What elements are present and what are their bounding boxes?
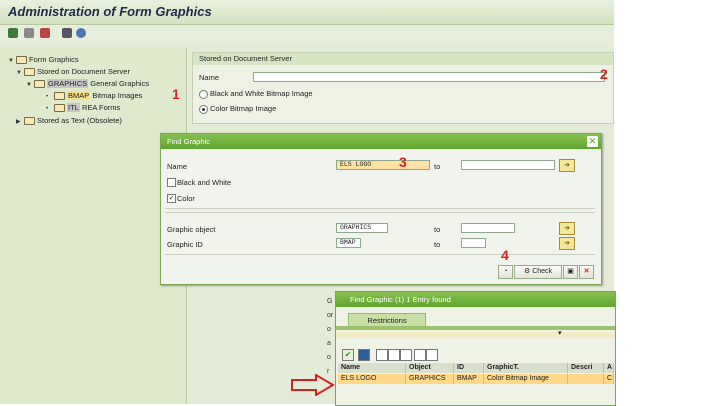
table-cell[interactable]: C <box>604 374 614 384</box>
color-checkbox-label: Color <box>177 194 195 203</box>
checkmark-icon[interactable]: ✔ <box>342 349 354 361</box>
folder-icon <box>24 68 35 77</box>
graphic-object-label: Graphic object <box>167 225 216 234</box>
info-icon[interactable] <box>358 349 370 361</box>
expand-icon[interactable]: ▼ <box>26 80 34 91</box>
graphic-id-to-input[interactable] <box>461 238 486 248</box>
dialog-separator <box>165 254 595 255</box>
tree-node-stored-as-text[interactable]: ▶ Stored as Text (Obsolete) <box>16 115 122 126</box>
tab-restrictions[interactable]: Restrictions <box>348 313 426 327</box>
tab-bar <box>336 326 615 330</box>
window-title: Administration of Form Graphics <box>8 4 212 19</box>
dialog-title-bar: Find Graphic <box>161 134 601 149</box>
find-name-label: Name <box>167 162 188 171</box>
slider-handle-icon[interactable]: ▾ <box>558 329 562 337</box>
graphic-object-input[interactable]: GRAPHICS <box>336 223 388 233</box>
col-header-graphic-type[interactable]: GraphicT. <box>484 363 568 373</box>
table-cell[interactable]: BMAP <box>454 374 484 384</box>
check-icon: ⚙ <box>523 268 531 275</box>
to-label: to <box>434 162 441 171</box>
table-cell[interactable]: ELS LOGO <box>338 374 406 384</box>
print-icon[interactable] <box>414 349 426 361</box>
cancel-icon: ✕ <box>583 268 590 275</box>
annotation-arrow-icon <box>291 374 335 396</box>
find-results-dialog: Find Graphic (1) 1 Entry found Restricti… <box>335 291 616 406</box>
find-next-icon[interactable] <box>388 349 400 361</box>
dialog-separator <box>165 212 595 213</box>
name-label: Name <box>199 73 220 82</box>
cancel-button[interactable]: ✕ <box>579 265 594 279</box>
find-icon[interactable] <box>376 349 388 361</box>
col-header-description[interactable]: Descri <box>568 363 604 373</box>
find-name-input[interactable]: ELS LOGO <box>336 160 430 170</box>
graphic-object-to-input[interactable] <box>461 223 515 233</box>
tree-node-form-graphics[interactable]: ▼ Form Graphics <box>8 54 79 65</box>
display-icon[interactable] <box>8 28 18 38</box>
table-cell[interactable]: Color Bitmap Image <box>484 374 568 384</box>
bw-checkbox[interactable] <box>167 178 176 187</box>
to-label: to <box>434 225 441 234</box>
col-header-id[interactable]: ID <box>454 363 484 373</box>
expand-icon[interactable]: ▼ <box>8 56 16 67</box>
title-bar: Administration of Form Graphics <box>0 0 614 25</box>
transport-icon[interactable] <box>40 28 50 38</box>
folder-icon <box>54 104 65 113</box>
bw-checkbox-label: Black and White <box>177 178 232 187</box>
sort-icon[interactable] <box>400 349 412 361</box>
graphic-id-label: Graphic ID <box>167 240 203 249</box>
color-radio-label: Color Bitmap Image <box>210 104 277 113</box>
folder-icon <box>54 92 65 101</box>
collapse-icon[interactable]: ▶ <box>16 117 24 128</box>
find-graphic-dialog: Find Graphic ✕ Name ELS LOGO to ➔ 3 Blac… <box>160 133 602 285</box>
tree-node-bmap[interactable]: • BMAP Bitmap Images <box>46 90 142 101</box>
color-radio[interactable] <box>199 105 208 114</box>
check-label: Check <box>532 268 553 275</box>
restrictions-slider[interactable]: ▾ <box>336 329 615 338</box>
folder-icon <box>34 80 45 89</box>
server-panel: Stored on Document Server Name Black and… <box>192 52 614 124</box>
graphic-id-input[interactable]: BMAP <box>336 238 361 248</box>
find-name-to-input[interactable] <box>461 160 555 170</box>
annotation-3: 3 <box>399 154 407 170</box>
bw-radio-label: Black and White Bitmap Image <box>210 89 313 98</box>
execute-icon: ◔ <box>503 268 508 275</box>
results-title: Find Graphic (1) 1 Entry found <box>350 295 451 304</box>
server-panel-header: Stored on Document Server <box>193 53 613 65</box>
multiple-selection-icon[interactable]: ➔ <box>559 237 575 250</box>
tree-node-graphics[interactable]: ▼ GRAPHICS General Graphics <box>26 78 149 89</box>
results-title-bar: Find Graphic (1) 1 Entry found <box>336 292 615 307</box>
multiple-selection-icon[interactable]: ➔ <box>559 159 575 172</box>
dropdown-icon[interactable] <box>426 349 438 361</box>
delete-icon[interactable] <box>24 28 34 38</box>
annotation-4: 4 <box>501 247 509 263</box>
expand-icon[interactable]: ▼ <box>16 68 24 79</box>
graphics-tree: ▼ Form Graphics ▼ Stored on Document Serve… <box>0 48 187 404</box>
to-label: to <box>434 240 441 249</box>
save-icon: ▣ <box>567 268 574 275</box>
folder-icon <box>16 56 27 65</box>
col-header-name[interactable]: Name <box>338 363 406 373</box>
multiple-selection-icon[interactable]: ➔ <box>559 222 575 235</box>
col-header-object[interactable]: Object <box>406 363 454 373</box>
annotation-1: 1 <box>172 86 180 102</box>
table-cell[interactable] <box>568 374 604 384</box>
table-cell[interactable]: GRAPHICS <box>406 374 454 384</box>
annotation-2: 2 <box>600 66 608 82</box>
color-checkbox[interactable]: ✓ <box>167 194 176 203</box>
toolbar <box>0 25 614 43</box>
col-header-a[interactable]: A <box>604 363 614 373</box>
execute-button[interactable]: ◔ <box>498 265 513 279</box>
tree-node-stored-on-server[interactable]: ▼ Stored on Document Server <box>16 66 130 77</box>
check-button[interactable]: ⚙ Check <box>514 265 562 279</box>
print-icon[interactable] <box>62 28 72 38</box>
folder-icon <box>24 117 35 126</box>
dialog-separator <box>165 208 595 209</box>
save-button[interactable]: ▣ <box>563 265 578 279</box>
dialog-title: Find Graphic <box>167 137 210 146</box>
close-icon[interactable]: ✕ <box>587 136 598 147</box>
find-icon[interactable] <box>76 28 86 38</box>
tree-node-itl[interactable]: • ITL REA Forms <box>46 102 120 113</box>
name-input[interactable] <box>253 72 605 82</box>
bw-radio[interactable] <box>199 90 208 99</box>
